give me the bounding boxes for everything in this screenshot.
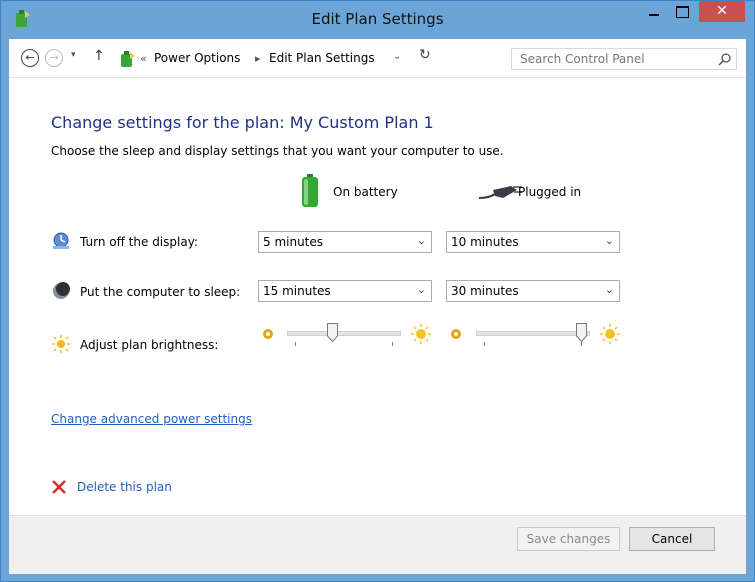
sleep-icon (53, 282, 70, 299)
slider-tick (295, 342, 296, 346)
battery-icon (302, 174, 318, 207)
chevron-down-icon: ⌄ (604, 283, 614, 296)
refresh-button[interactable]: ↻ (419, 47, 431, 63)
sleep-battery-select[interactable]: 15 minutes ⌄ (258, 280, 432, 302)
chevron-down-icon: ⌄ (604, 234, 614, 247)
page-description: Choose the sleep and display settings th… (51, 144, 504, 158)
address-toolbar: ← → ▾ ↑ « Power Options ▸ Edit Plan Sett… (9, 39, 746, 77)
chevron-down-icon: ⌄ (416, 283, 426, 296)
chevron-down-icon: ⌄ (416, 234, 426, 247)
address-dropdown[interactable]: ⌄ (393, 51, 401, 62)
display-battery-value: 5 minutes (263, 235, 324, 249)
search-input[interactable] (512, 49, 718, 69)
display-setting-label: Turn off the display: (80, 235, 198, 249)
power-plan-icon (121, 51, 135, 67)
slider-tick (581, 342, 582, 346)
plug-icon (479, 186, 522, 199)
footer-bar: Save changes Cancel (9, 516, 746, 574)
brightness-plugged-track[interactable] (476, 331, 590, 336)
low-brightness-icon (263, 329, 273, 339)
search-box (511, 48, 737, 70)
close-button[interactable]: ✕ (699, 1, 745, 22)
low-brightness-icon (451, 329, 461, 339)
delete-plan-link[interactable]: Delete this plan (77, 480, 172, 494)
display-battery-select[interactable]: 5 minutes ⌄ (258, 231, 432, 253)
advanced-power-settings-link[interactable]: Change advanced power settings (51, 412, 252, 426)
sleep-setting-label: Put the computer to sleep: (80, 285, 241, 299)
up-button[interactable]: ↑ (93, 48, 105, 64)
breadcrumb-overflow[interactable]: « (140, 52, 147, 65)
column-header-on-battery: On battery (333, 185, 398, 199)
breadcrumb[interactable]: « Power Options ▸ Edit Plan Settings (111, 48, 499, 72)
slider-tick (392, 342, 393, 346)
display-icon (53, 232, 69, 249)
breadcrumb-item-edit-plan-settings[interactable]: Edit Plan Settings (269, 51, 375, 65)
search-icon[interactable] (718, 52, 732, 66)
delete-icon[interactable] (52, 480, 66, 494)
breadcrumb-item-power-options[interactable]: Power Options (154, 51, 240, 65)
breadcrumb-separator[interactable]: ▸ (255, 52, 261, 65)
save-changes-button[interactable]: Save changes (517, 527, 620, 551)
maximize-button[interactable] (669, 1, 695, 22)
sleep-plugged-select[interactable]: 30 minutes ⌄ (446, 280, 620, 302)
sleep-battery-value: 15 minutes (263, 284, 331, 298)
page-title: Change settings for the plan: My Custom … (51, 113, 434, 132)
brightness-battery-slider-thumb[interactable] (326, 323, 338, 342)
brightness-icon (52, 335, 70, 353)
high-brightness-icon (411, 324, 431, 344)
brightness-setting-label: Adjust plan brightness: (80, 338, 219, 352)
forward-button[interactable]: → (45, 49, 63, 67)
display-plugged-select[interactable]: 10 minutes ⌄ (446, 231, 620, 253)
high-brightness-icon (600, 324, 620, 344)
sleep-plugged-value: 30 minutes (451, 284, 519, 298)
back-button[interactable]: ← (21, 49, 39, 67)
brightness-plugged-slider-thumb[interactable] (576, 323, 587, 342)
minimize-button[interactable] (641, 1, 667, 22)
cancel-button[interactable]: Cancel (629, 527, 715, 551)
column-header-plugged-in: Plugged in (518, 185, 582, 199)
slider-tick (484, 342, 485, 346)
edit-plan-settings-window: Edit Plan Settings ✕ ← → ▾ ↑ « Power Opt… (0, 0, 755, 582)
display-plugged-value: 10 minutes (451, 235, 519, 249)
plan-settings-panel: Change settings for the plan: My Custom … (9, 77, 746, 574)
recent-locations-dropdown[interactable]: ▾ (71, 50, 76, 60)
title-bar[interactable]: Edit Plan Settings ✕ (1, 1, 754, 39)
brightness-battery-track[interactable] (287, 331, 401, 336)
